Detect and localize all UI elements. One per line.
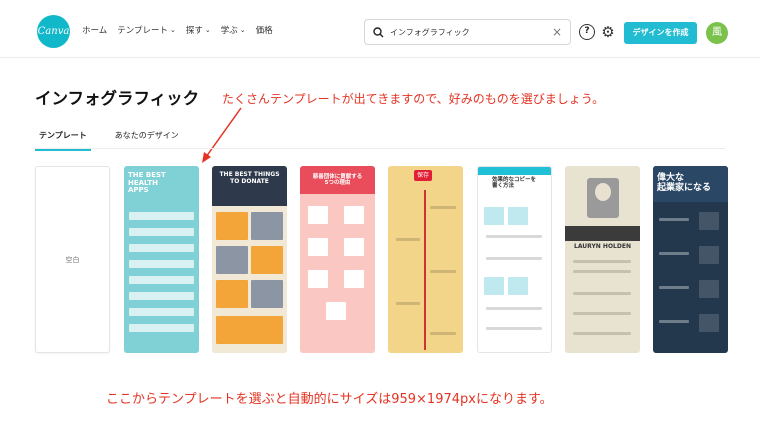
close-icon[interactable]: × xyxy=(552,25,562,39)
nav-templates[interactable]: テンプレート ⌄ xyxy=(117,24,176,36)
card-header xyxy=(478,167,551,175)
card-tile xyxy=(308,206,328,224)
card-line xyxy=(430,332,456,335)
card-row xyxy=(129,276,194,284)
nav-discover-label: 探す xyxy=(185,26,203,36)
card-tile xyxy=(699,246,719,264)
search-icon xyxy=(373,26,384,38)
card-line xyxy=(486,327,542,330)
card-line xyxy=(659,252,689,255)
card-line xyxy=(659,320,689,323)
card-title: LAURYN HOLDEN xyxy=(574,243,631,250)
nav-home[interactable]: ホーム xyxy=(82,24,107,36)
card-line xyxy=(430,206,456,209)
timeline-axis xyxy=(424,190,426,350)
annotation-arrow xyxy=(202,107,242,163)
card-block xyxy=(251,280,283,308)
card-line xyxy=(573,270,631,273)
card-block xyxy=(251,212,283,240)
template-card-schedule[interactable]: 保存 xyxy=(388,166,463,353)
template-card-charity[interactable]: 慈善団体に貢献する 5つの理由 xyxy=(300,166,375,353)
nav-discover[interactable]: 探す ⌄ xyxy=(186,24,211,36)
chevron-down-icon: ⌄ xyxy=(239,26,246,34)
card-tile xyxy=(508,277,528,295)
card-row xyxy=(129,308,194,316)
card-row xyxy=(129,292,194,300)
canva-logo[interactable]: Canva xyxy=(37,15,70,48)
template-card-health-apps[interactable]: THE BEST HEALTH APPS xyxy=(124,166,199,353)
card-line xyxy=(486,235,542,238)
chevron-down-icon: ⌄ xyxy=(204,26,211,34)
card-tile xyxy=(508,207,528,225)
tabs-divider xyxy=(35,148,725,149)
card-line xyxy=(659,218,689,221)
card-line xyxy=(396,238,420,241)
card-line xyxy=(659,286,689,289)
portrait-image xyxy=(587,178,619,218)
nav-learn-label: 学ぶ xyxy=(220,26,238,36)
card-title: 慈善団体に貢献する 5つの理由 xyxy=(312,174,363,187)
template-card-copywriting[interactable]: 効果的なコピーを 書く方法 xyxy=(477,166,552,353)
card-line xyxy=(573,292,631,295)
card-tile xyxy=(699,280,719,298)
top-header: Canva ホーム テンプレート ⌄ 探す ⌄ 学ぶ ⌄ 価格 インフォグラフィック … xyxy=(0,0,760,58)
card-block xyxy=(216,280,248,308)
card-block xyxy=(216,212,248,240)
card-title: 効果的なコピーを 書く方法 xyxy=(492,177,537,190)
template-card-donate[interactable]: THE BEST THINGS TO DONATE xyxy=(212,166,287,353)
card-title: THE BEST HEALTH APPS xyxy=(128,171,166,195)
card-row xyxy=(129,228,194,236)
card-tile xyxy=(326,302,346,320)
card-line xyxy=(573,332,631,335)
page-title: インフォグラフィック xyxy=(35,89,200,108)
card-row xyxy=(129,324,194,332)
nav-templates-label: テンプレート xyxy=(117,26,168,36)
card-title: 偉大な 起業家になる xyxy=(657,173,712,193)
card-row xyxy=(129,244,194,252)
card-tile xyxy=(344,206,364,224)
template-card-profile[interactable]: LAURYN HOLDEN xyxy=(565,166,640,353)
card-tile xyxy=(308,238,328,256)
card-block xyxy=(216,246,248,274)
card-title: THE BEST THINGS TO DONATE xyxy=(219,171,280,185)
card-tile xyxy=(484,277,504,295)
card-tile xyxy=(699,212,719,230)
annotation-top: たくさんテンプレートが出てきますので、好みのものを選びましょう。 xyxy=(222,92,605,106)
card-row xyxy=(129,260,194,268)
card-block xyxy=(216,316,283,344)
template-card-blank[interactable]: 空白 xyxy=(35,166,110,353)
blank-label: 空白 xyxy=(65,256,80,264)
card-line xyxy=(430,270,456,273)
chevron-down-icon: ⌄ xyxy=(170,26,176,34)
card-line xyxy=(396,302,420,305)
annotation-bottom: ここからテンプレートを選ぶと自動的にサイズは959×1974pxになります。 xyxy=(106,392,553,407)
card-line xyxy=(486,307,542,310)
card-header xyxy=(565,226,640,241)
card-block xyxy=(251,246,283,274)
nav-home-label: ホーム xyxy=(82,26,108,36)
card-line xyxy=(573,260,631,263)
nav-pricing-label: 価格 xyxy=(255,26,273,36)
card-tile xyxy=(699,314,719,332)
card-line xyxy=(486,257,542,260)
card-tile xyxy=(308,270,328,288)
nav-pricing[interactable]: 価格 xyxy=(256,24,273,36)
card-tile xyxy=(344,270,364,288)
search-box[interactable]: インフォグラフィック × xyxy=(364,19,571,45)
avatar[interactable]: 風 xyxy=(706,22,728,44)
nav-learn[interactable]: 学ぶ ⌄ xyxy=(221,24,246,36)
card-line xyxy=(573,312,631,315)
create-design-button[interactable]: デザインを作成 xyxy=(624,22,697,44)
search-input[interactable]: インフォグラフィック xyxy=(390,27,552,38)
save-badge[interactable]: 保存 xyxy=(414,170,433,181)
gear-icon[interactable]: ⚙ xyxy=(600,24,616,40)
card-tile xyxy=(344,238,364,256)
card-tile xyxy=(484,207,504,225)
main-nav: ホーム テンプレート ⌄ 探す ⌄ 学ぶ ⌄ 価格 xyxy=(82,24,273,36)
help-icon[interactable]: ? xyxy=(579,24,595,40)
template-card-entrepreneur[interactable]: 偉大な 起業家になる xyxy=(653,166,728,353)
card-row xyxy=(129,212,194,220)
